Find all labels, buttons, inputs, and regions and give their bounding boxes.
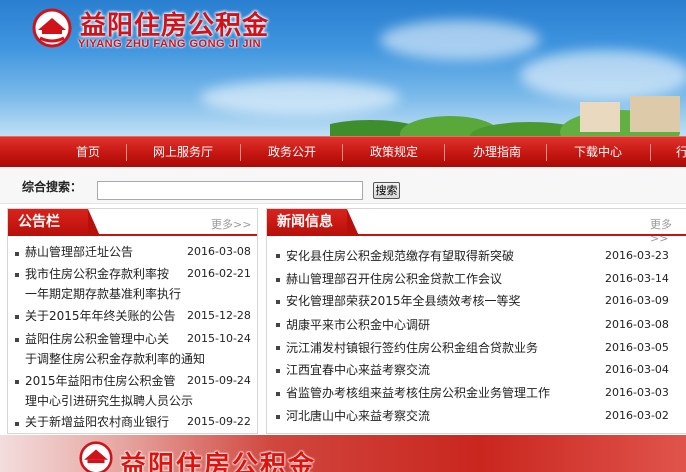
announcement-item[interactable]: 关于新增益阳农村商业银行: [25, 412, 169, 432]
news-panel: 新闻信息 更多>> 安化县住房公积金规范缴存有望取得新突破 2016-03-23…: [266, 208, 686, 434]
bullet-icon: [15, 338, 19, 342]
yiyang-hpf-logo-icon: [32, 8, 72, 48]
news-header: 新闻信息 更多>>: [267, 209, 686, 245]
announcement-date: 2015-12-28: [187, 309, 251, 322]
announcement-date: 2016-03-08: [187, 245, 251, 258]
search-label: 综合搜索：: [22, 180, 83, 194]
announcements-title: 公告栏: [8, 209, 100, 236]
footer-title: 益阳住房公积金: [120, 451, 317, 472]
announcement-date: 2016-02-21: [187, 267, 251, 280]
announcement-item[interactable]: 赫山管理部迁址公告: [25, 242, 133, 262]
nav-divider: [240, 144, 241, 161]
nav-item-gov-affairs[interactable]: 政务公开: [268, 137, 316, 168]
bullet-icon: [15, 422, 19, 426]
news-item[interactable]: 河北唐山中心来益考察交流: [286, 406, 430, 426]
header-banner: 益阳住房公积金 YIYANG ZHU FANG GONG JI JIN: [0, 0, 686, 136]
nav-divider: [546, 144, 547, 161]
news-title: 新闻信息: [267, 209, 359, 236]
nav-divider: [342, 144, 343, 161]
bullet-icon: [276, 392, 280, 396]
announcement-item[interactable]: 我市住房公积金存款利率按 一年期定期存款基准利率执行: [25, 264, 181, 304]
news-item[interactable]: 赫山管理部召开住房公积金贷款工作会议: [286, 269, 502, 289]
announcement-item[interactable]: 益阳住房公积金管理中心关 于调整住房公积金存款利率的通知: [25, 329, 205, 369]
trees-decoration: [330, 96, 680, 136]
bullet-icon: [276, 369, 280, 373]
search-bar: 综合搜索： 搜索: [0, 167, 686, 204]
announcement-item[interactable]: 2015年益阳市住房公积金管 理中心引进研究生拟聘人员公示: [25, 371, 193, 411]
news-date: 2016-03-04: [605, 363, 669, 376]
news-item[interactable]: 安化县住房公积金规范缴存有望取得新突破: [286, 246, 514, 266]
cloud-decoration: [380, 20, 540, 60]
nav-item-guide[interactable]: 办理指南: [473, 137, 521, 168]
announcement-date: 2015-10-24: [187, 332, 251, 345]
nav-item-home[interactable]: 首页: [76, 137, 100, 168]
announcement-item[interactable]: 关于2015年年终关账的公告: [25, 306, 176, 326]
nav-divider: [650, 144, 651, 161]
bullet-icon: [276, 415, 280, 419]
nav-item-online-service[interactable]: 网上服务厅: [153, 137, 213, 168]
bullet-icon: [15, 380, 19, 384]
nav-divider: [126, 144, 127, 161]
news-date: 2016-03-05: [605, 341, 669, 354]
news-item[interactable]: 省监管办考核组来益考核住房公积金业务管理工作: [286, 383, 550, 403]
search-button[interactable]: 搜索: [373, 182, 400, 199]
bullet-icon: [15, 252, 19, 256]
news-item[interactable]: 江西宜春中心来益考察交流: [286, 360, 430, 380]
announcement-date: 2015-09-24: [187, 374, 251, 387]
news-date: 2016-03-23: [605, 249, 669, 262]
nav-item-more[interactable]: 行: [676, 137, 686, 168]
news-date: 2016-03-02: [605, 409, 669, 422]
site-title: 益阳住房公积金: [80, 11, 270, 41]
nav-divider: [444, 144, 445, 161]
announcements-panel: 公告栏 更多>> 赫山管理部迁址公告 2016-03-08 我市住房公积金存款利…: [7, 208, 258, 434]
announcements-header: 公告栏 更多>>: [8, 209, 257, 236]
announcement-date: 2015-09-22: [187, 415, 251, 428]
announcements-more-link[interactable]: 更多>>: [211, 216, 251, 232]
footer-banner: 益阳住房公积金: [0, 435, 686, 472]
bullet-icon: [276, 346, 280, 350]
bullet-icon: [15, 315, 19, 319]
bullet-icon: [276, 323, 280, 327]
news-date: 2016-03-14: [605, 272, 669, 285]
bullet-icon: [276, 300, 280, 304]
yiyang-hpf-logo-icon: [79, 441, 113, 472]
main-nav: 首页 网上服务厅 政务公开 政策规定 办理指南 下载中心 行: [0, 136, 686, 167]
news-item[interactable]: 安化管理部荣获2015年全县绩效考核一等奖: [286, 291, 521, 311]
cloud-decoration: [520, 50, 686, 100]
news-item[interactable]: 沅江浦发村镇银行签约住房公积金组合贷款业务: [286, 338, 538, 358]
nav-item-downloads[interactable]: 下载中心: [574, 137, 622, 168]
news-date: 2016-03-09: [605, 294, 669, 307]
bullet-icon: [15, 273, 19, 277]
site-pinyin: YIYANG ZHU FANG GONG JI JIN: [78, 38, 262, 50]
bullet-icon: [276, 278, 280, 282]
bullet-icon: [276, 254, 280, 258]
news-more-link[interactable]: 更多>>: [650, 216, 686, 245]
news-date: 2016-03-08: [605, 318, 669, 331]
search-input[interactable]: [97, 181, 363, 200]
news-item[interactable]: 胡康平来市公积金中心调研: [286, 315, 430, 335]
news-date: 2016-03-03: [605, 386, 669, 399]
nav-item-policies[interactable]: 政策规定: [370, 137, 418, 168]
